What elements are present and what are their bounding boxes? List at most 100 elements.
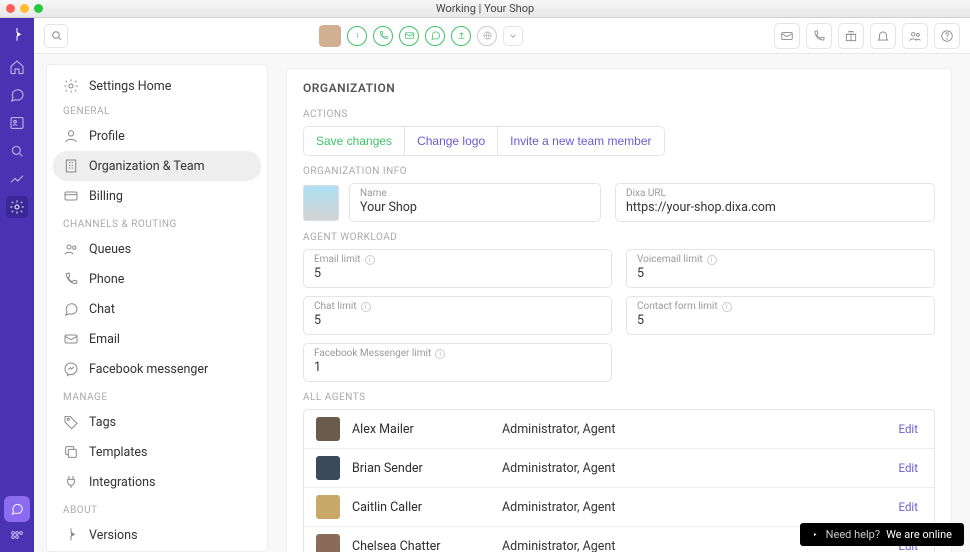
search-rail-icon[interactable] [6, 140, 28, 162]
settings-rail-icon[interactable] [6, 196, 28, 218]
minimize-window[interactable] [20, 4, 29, 13]
nav-billing[interactable]: Billing [47, 181, 267, 211]
url-label: Dixa URL [626, 188, 924, 199]
team-icon[interactable] [902, 23, 928, 49]
pin-icon [63, 527, 79, 543]
mail-nav-icon [63, 331, 79, 347]
url-field[interactable]: Dixa URL https://your-shop.dixa.com [615, 183, 935, 222]
phone-icon[interactable] [806, 23, 832, 49]
page-title: ORGANIZATION [303, 81, 935, 95]
window-title: Working | Your Shop [436, 2, 534, 15]
status-chat-icon[interactable] [425, 26, 445, 46]
settings-home[interactable]: Settings Home [47, 71, 267, 98]
messenger-icon [63, 361, 79, 377]
content: ORGANIZATION ACTIONS Save changes Change… [268, 54, 970, 552]
building-icon [63, 158, 79, 174]
name-label: Name [360, 188, 590, 199]
avatar [316, 495, 340, 519]
nav-templates[interactable]: Templates [47, 437, 267, 467]
change-logo-button[interactable]: Change logo [405, 127, 498, 155]
help-icon[interactable] [934, 23, 960, 49]
nav-tags[interactable]: Tags [47, 407, 267, 437]
analytics-icon[interactable] [6, 168, 28, 190]
workload-label: AGENT WORKLOAD [303, 232, 935, 243]
info-icon: i [707, 255, 717, 265]
nav-versions[interactable]: Versions [47, 520, 267, 550]
copy-icon [63, 444, 79, 460]
window-controls [6, 4, 43, 13]
nav-queues[interactable]: Queues [47, 234, 267, 264]
left-rail [0, 18, 34, 552]
user-icon [63, 128, 79, 144]
save-changes-button[interactable]: Save changes [304, 127, 405, 155]
chat-limit-field[interactable]: Chat limiti 5 [303, 296, 612, 335]
avatar [316, 534, 340, 552]
topbar [34, 18, 970, 54]
nav-facebook[interactable]: Facebook messenger [47, 354, 267, 384]
chat-nav-icon [63, 301, 79, 317]
org-info-label: ORGANIZATION INFO [303, 166, 935, 177]
nav-email[interactable]: Email [47, 324, 267, 354]
edit-link[interactable]: Edit [899, 422, 922, 436]
card-icon [63, 188, 79, 204]
bell-icon[interactable] [870, 23, 896, 49]
logo-icon[interactable] [6, 24, 28, 46]
status-upload-icon[interactable] [451, 26, 471, 46]
close-window[interactable] [6, 4, 15, 13]
conversations-icon[interactable] [6, 84, 28, 106]
chat-bubble-icon[interactable] [4, 496, 30, 522]
avatar [316, 417, 340, 441]
nav-profile[interactable]: Profile [47, 121, 267, 151]
status-info-icon[interactable] [347, 26, 367, 46]
section-manage: MANAGE [47, 384, 267, 407]
status-globe-icon[interactable] [477, 26, 497, 46]
info-icon: i [365, 255, 375, 265]
agent-row: Alex Mailer Administrator, Agent Edit [304, 410, 934, 449]
current-user-avatar[interactable] [319, 25, 341, 47]
window-titlebar: Working | Your Shop [0, 0, 970, 18]
nav-phone[interactable]: Phone [47, 264, 267, 294]
org-logo [303, 185, 339, 221]
zoom-window[interactable] [34, 4, 43, 13]
agent-row: Caitlin Caller Administrator, Agent Edit [304, 488, 934, 527]
nav-chat[interactable]: Chat [47, 294, 267, 324]
avatar [316, 456, 340, 480]
section-channels: CHANNELS & ROUTING [47, 211, 267, 234]
voicemail-limit-field[interactable]: Voicemail limiti 5 [626, 249, 935, 288]
actions-group: Save changes Change logo Invite a new te… [303, 126, 665, 156]
edit-link[interactable]: Edit [899, 500, 922, 514]
phone-nav-icon [63, 271, 79, 287]
info-icon: i [435, 349, 445, 359]
users-icon [63, 241, 79, 257]
inbox-icon[interactable] [774, 23, 800, 49]
nav-integrations[interactable]: Integrations [47, 467, 267, 497]
fb-limit-field[interactable]: Facebook Messenger limiti 1 [303, 343, 612, 382]
settings-home-label: Settings Home [89, 79, 171, 94]
tag-icon [63, 414, 79, 430]
info-icon: i [361, 302, 371, 312]
gift-icon[interactable] [838, 23, 864, 49]
actions-label: ACTIONS [303, 109, 935, 120]
status-dropdown[interactable] [503, 26, 523, 46]
section-about: ABOUT [47, 497, 267, 520]
invite-member-button[interactable]: Invite a new team member [498, 127, 663, 155]
apps-icon[interactable] [6, 526, 28, 548]
contact-limit-field[interactable]: Contact form limiti 5 [626, 296, 935, 335]
email-limit-field[interactable]: Email limiti 5 [303, 249, 612, 288]
name-value: Your Shop [360, 200, 590, 215]
url-value: https://your-shop.dixa.com [626, 200, 924, 215]
settings-nav: Settings Home GENERAL Profile Organizati… [46, 64, 268, 552]
help-widget[interactable]: Need help? We are online [800, 523, 964, 546]
section-general: GENERAL [47, 98, 267, 121]
status-mail-icon[interactable] [399, 26, 419, 46]
nav-organization[interactable]: Organization & Team [53, 151, 261, 181]
edit-link[interactable]: Edit [899, 461, 922, 475]
gear-icon [63, 78, 79, 94]
agent-row: Brian Sender Administrator, Agent Edit [304, 449, 934, 488]
name-field[interactable]: Name Your Shop [349, 183, 601, 222]
contacts-icon[interactable] [6, 112, 28, 134]
search-icon[interactable] [44, 24, 68, 48]
home-icon[interactable] [6, 56, 28, 78]
organization-card: ORGANIZATION ACTIONS Save changes Change… [286, 68, 952, 552]
status-phone-icon[interactable] [373, 26, 393, 46]
